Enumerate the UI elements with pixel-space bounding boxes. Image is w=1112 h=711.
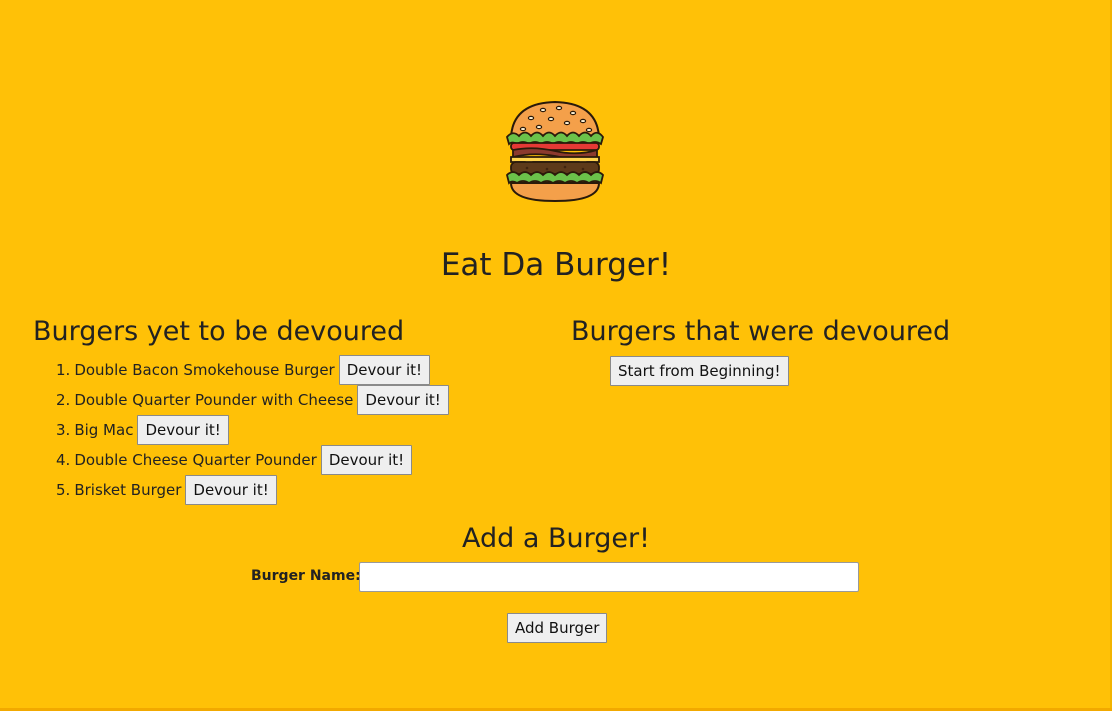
burger-name: Double Quarter Pounder with Cheese <box>74 391 354 409</box>
burger-name: Double Cheese Quarter Pounder <box>74 451 317 469</box>
list-item-number: 4. <box>56 451 71 469</box>
devour-button[interactable]: Devour it! <box>320 445 413 475</box>
devour-button[interactable]: Devour it! <box>357 385 449 415</box>
devour-button[interactable]: Devour it! <box>185 475 277 505</box>
list-item: 5. Brisket Burger Devour it! <box>56 475 449 505</box>
list-item-number: 5. <box>56 481 71 499</box>
devour-button[interactable]: Devour it! <box>338 355 431 385</box>
list-item-number: 2. <box>56 391 71 409</box>
list-item-number: 1. <box>56 361 71 379</box>
list-item: 4. Double Cheese Quarter Pounder Devour … <box>56 445 449 475</box>
list-item: 1. Double Bacon Smokehouse Burger Devour… <box>56 355 449 385</box>
list-item: 2. Double Quarter Pounder with Cheese De… <box>56 385 449 415</box>
add-burger-button[interactable]: Add Burger <box>507 613 608 643</box>
list-item: 3. Big Mac Devour it! <box>56 415 449 445</box>
burger-name: Big Mac <box>74 421 134 439</box>
undevoured-list: 1. Double Bacon Smokehouse Burger Devour… <box>56 355 449 505</box>
burger-name-label: Burger Name: <box>251 568 361 584</box>
devour-button[interactable]: Devour it! <box>137 415 229 445</box>
burger-name: Brisket Burger <box>74 481 182 499</box>
page-title: Eat Da Burger! <box>440 247 672 283</box>
list-item-number: 3. <box>56 421 71 439</box>
add-burger-heading: Add a Burger! <box>462 523 650 554</box>
burger-name-input[interactable] <box>359 562 859 592</box>
burger-name: Double Bacon Smokehouse Burger <box>74 361 335 379</box>
burger-icon <box>506 100 604 203</box>
start-from-beginning-button[interactable]: Start from Beginning! <box>610 356 789 386</box>
undevoured-heading: Burgers yet to be devoured <box>33 316 405 347</box>
devoured-heading: Burgers that were devoured <box>571 316 951 347</box>
